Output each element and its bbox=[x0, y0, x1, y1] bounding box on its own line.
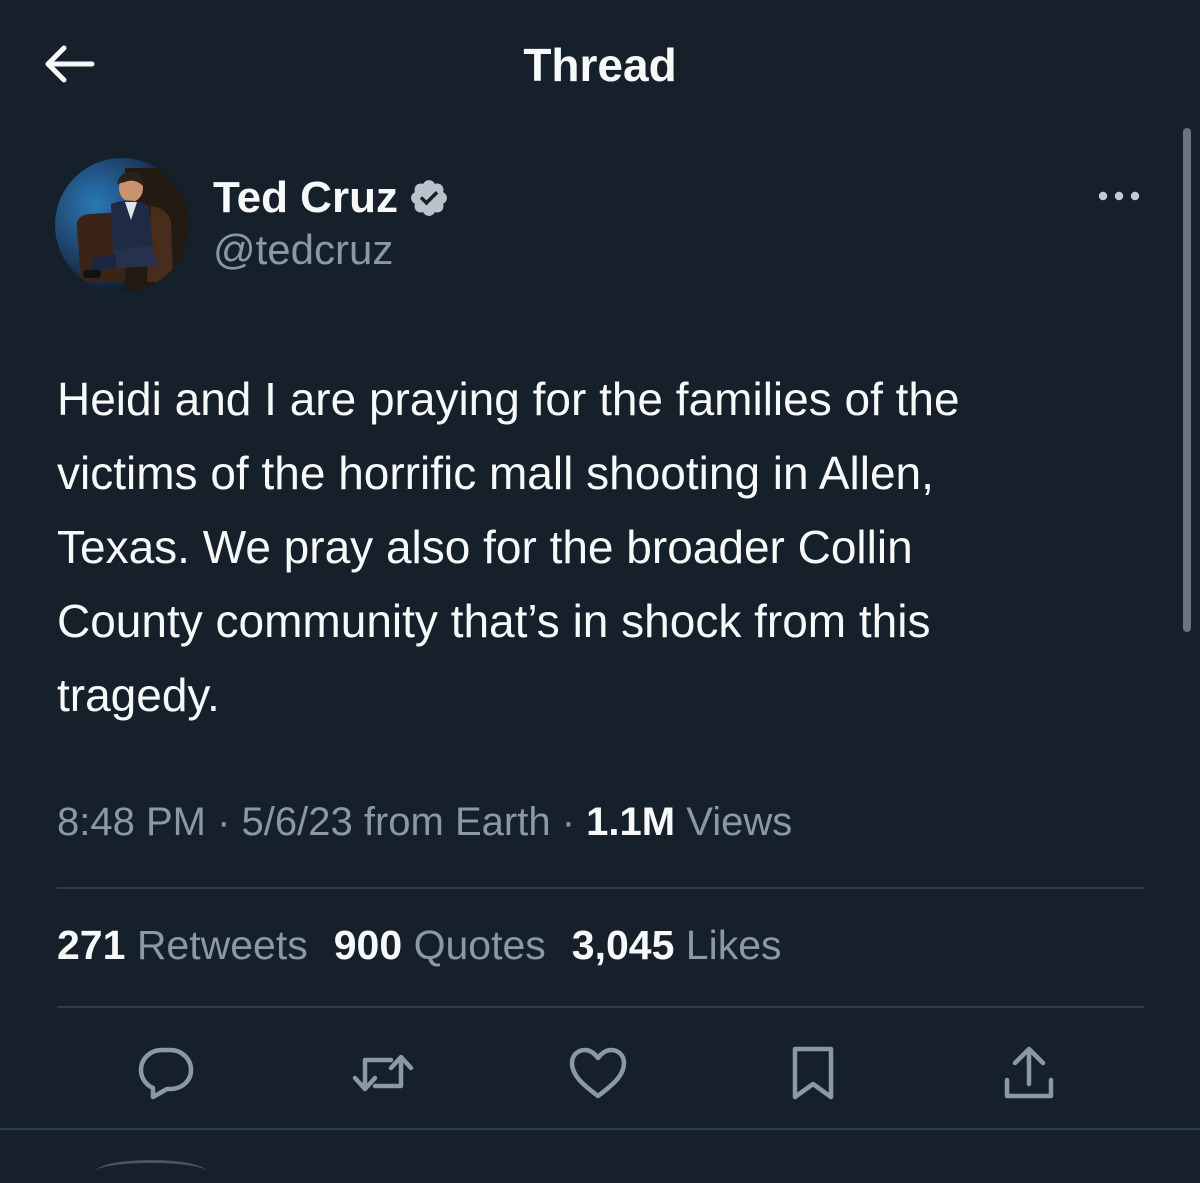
more-options-button[interactable] bbox=[1092, 178, 1146, 214]
likes-count: 3,045 bbox=[571, 922, 675, 968]
thread-header: Thread bbox=[0, 0, 1200, 128]
views-count: 1.1M bbox=[586, 800, 676, 844]
likes-stat[interactable]: 3,045 Likes bbox=[572, 922, 782, 969]
quotes-label: Quotes bbox=[413, 922, 546, 968]
tweet-time[interactable]: 8:48 PM bbox=[57, 800, 206, 844]
reply-icon bbox=[138, 1047, 194, 1100]
more-horizontal-icon bbox=[1098, 191, 1140, 201]
next-reply-avatar-edge bbox=[96, 1160, 206, 1183]
retweets-count: 271 bbox=[57, 922, 126, 968]
retweets-stat[interactable]: 271 Retweets bbox=[57, 922, 308, 969]
scrollbar[interactable] bbox=[1183, 128, 1191, 632]
engagement-stats: 271 Retweets 900 Quotes 3,045 Likes bbox=[57, 922, 808, 969]
verified-badge-icon bbox=[411, 180, 447, 216]
likes-label: Likes bbox=[685, 922, 782, 968]
bookmark-icon bbox=[792, 1046, 834, 1100]
author-handle[interactable]: @tedcruz bbox=[213, 226, 393, 274]
like-icon bbox=[569, 1047, 627, 1099]
retweet-button[interactable] bbox=[350, 1040, 416, 1106]
quotes-stat[interactable]: 900 Quotes bbox=[334, 922, 546, 969]
meta-separator: · bbox=[561, 800, 576, 844]
reply-button[interactable] bbox=[133, 1040, 199, 1106]
share-button[interactable] bbox=[996, 1040, 1062, 1106]
divider bbox=[57, 887, 1144, 889]
tweet-text: Heidi and I are praying for the families… bbox=[57, 373, 960, 721]
avatar-photo bbox=[55, 158, 189, 292]
quotes-count: 900 bbox=[333, 922, 403, 968]
tweet-metadata: 8:48 PM · 5/6/23 from Earth · 1.1M Views bbox=[57, 800, 792, 845]
like-button[interactable] bbox=[565, 1040, 631, 1106]
meta-separator: · bbox=[217, 800, 231, 844]
author-name-row: Ted Cruz bbox=[213, 172, 450, 224]
tweet-date-source[interactable]: 5/6/23 from Earth bbox=[242, 800, 551, 844]
page-title: Thread bbox=[523, 39, 677, 91]
views-label: Views bbox=[686, 800, 793, 844]
divider bbox=[57, 1006, 1144, 1008]
retweet-icon bbox=[352, 1054, 414, 1092]
retweets-label: Retweets bbox=[136, 922, 308, 968]
bookmark-button[interactable] bbox=[780, 1040, 846, 1106]
author-name[interactable]: Ted Cruz bbox=[213, 173, 398, 223]
avatar[interactable] bbox=[55, 158, 189, 292]
share-icon bbox=[1004, 1046, 1054, 1099]
divider bbox=[0, 1128, 1200, 1130]
